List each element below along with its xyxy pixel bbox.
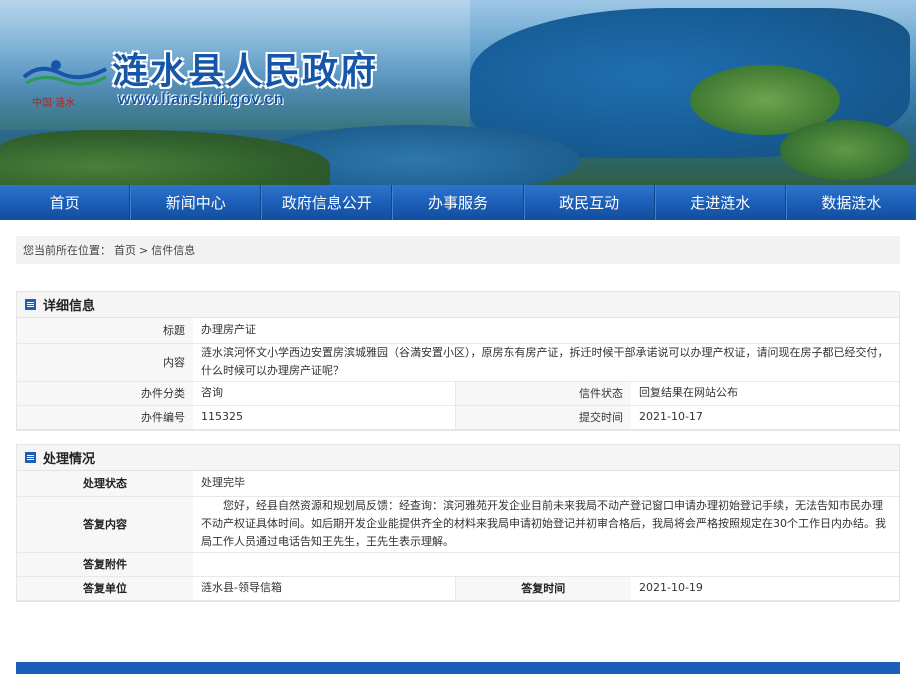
submit-time-value: 2021-10-17 [631, 405, 899, 430]
handling-state-value: 处理完毕 [193, 471, 899, 497]
reply-content-value: 您好，经县自然资源和规划局反馈：经查询：滨河雅苑开发企业目前未来我局不动产登记窗… [193, 496, 899, 553]
breadcrumb-home-link[interactable]: 首页 [114, 242, 136, 258]
header-banner: 中国·涟水 涟水县人民政府 www.lianshui.gov.cn [0, 0, 916, 185]
submit-time-label: 提交时间 [454, 405, 631, 430]
reply-time-value: 2021-10-19 [631, 576, 899, 601]
handling-panel-header: 处理情况 [17, 445, 899, 471]
table-row: 答复附件 [17, 552, 899, 577]
handling-panel: 处理情况 处理状态 处理完毕 答复内容 您好，经县自然资源和规划局反馈：经查询：… [16, 444, 900, 602]
nav-item-about[interactable]: 走进涟水 [654, 185, 786, 220]
reply-content-label: 答复内容 [17, 496, 193, 553]
list-icon [25, 452, 36, 463]
handling-panel-title: 处理情况 [43, 452, 96, 467]
sub-logo-text: 中国·涟水 [32, 98, 76, 109]
reply-attachment-label: 答复附件 [17, 552, 193, 577]
content-value: 涟水滨河怀文小学西边安置房滨城雅园（谷満安置小区），原房东有房产证，拆迁时候干部… [193, 343, 899, 382]
handling-table: 处理状态 处理完毕 答复内容 您好，经县自然资源和规划局反馈：经查询：滨河雅苑开… [17, 471, 899, 601]
footer-bar [16, 662, 900, 674]
category-label: 办件分类 [17, 381, 193, 406]
detail-panel-title: 详细信息 [43, 299, 96, 314]
breadcrumb: 您当前所在位置： 首页 > 信件信息 [16, 236, 900, 264]
table-row: 处理状态 处理完毕 [17, 471, 899, 497]
title-value: 办理房产证 [193, 318, 899, 344]
table-row: 办件分类 咨询 信件状态 回复结果在网站公布 [17, 381, 899, 406]
table-row: 标题 办理房产证 [17, 318, 899, 344]
handling-state-label: 处理状态 [17, 471, 193, 497]
table-row: 答复内容 您好，经县自然资源和规划局反馈：经查询：滨河雅苑开发企业目前未来我局不… [17, 496, 899, 553]
table-row: 答复单位 涟水县-领导信箱 答复时间 2021-10-19 [17, 576, 899, 601]
nav-item-data[interactable]: 数据涟水 [785, 185, 916, 220]
category-value: 咨询 [193, 381, 455, 406]
table-row: 内容 涟水滨河怀文小学西边安置房滨城雅园（谷満安置小区），原房东有房产证，拆迁时… [17, 343, 899, 382]
banner-island-image-2 [780, 120, 910, 180]
detail-panel: 详细信息 标题 办理房产证 内容 涟水滨河怀文小学西边安置房滨城雅园（谷満安置小… [16, 291, 900, 431]
reply-unit-label: 答复单位 [17, 576, 193, 601]
content-label: 内容 [17, 343, 193, 382]
breadcrumb-current: 信件信息 [151, 244, 196, 257]
title-label: 标题 [17, 318, 193, 344]
nav-item-services[interactable]: 办事服务 [392, 185, 524, 220]
detail-table: 标题 办理房产证 内容 涟水滨河怀文小学西边安置房滨城雅园（谷満安置小区），原房… [17, 318, 899, 430]
reply-attachment-value [193, 552, 899, 577]
nav-item-gov-info[interactable]: 政府信息公开 [261, 185, 393, 220]
main-nav: 首页 新闻中心 政府信息公开 办事服务 政民互动 走进涟水 数据涟水 [0, 185, 916, 220]
status-label: 信件状态 [454, 381, 631, 406]
nav-item-interaction[interactable]: 政民互动 [523, 185, 655, 220]
number-value: 115325 [193, 405, 455, 430]
detail-panel-header: 详细信息 [17, 292, 899, 318]
banner-trees-image [0, 130, 330, 185]
site-url: www.lianshui.gov.cn [118, 91, 284, 108]
reply-unit-value: 涟水县-领导信箱 [193, 576, 455, 601]
list-icon [25, 299, 36, 310]
nav-item-home[interactable]: 首页 [0, 185, 131, 220]
breadcrumb-separator: > [139, 243, 149, 257]
lianshui-logo-icon [22, 60, 107, 86]
site-title[interactable]: 涟水县人民政府 [112, 42, 378, 94]
number-label: 办件编号 [17, 405, 193, 430]
reply-time-label: 答复时间 [454, 576, 631, 601]
nav-item-news[interactable]: 新闻中心 [130, 185, 262, 220]
breadcrumb-prefix: 您当前所在位置： [23, 244, 111, 257]
table-row: 办件编号 115325 提交时间 2021-10-17 [17, 405, 899, 430]
status-value: 回复结果在网站公布 [631, 381, 899, 406]
